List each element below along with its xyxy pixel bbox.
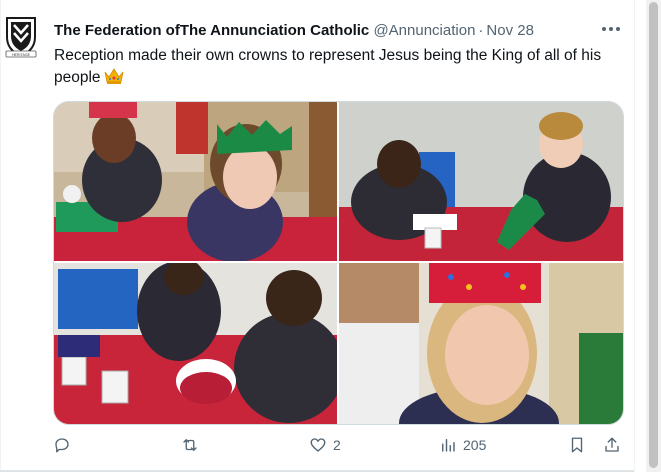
like-count: 2 xyxy=(333,437,341,453)
bookmark-icon xyxy=(571,437,583,453)
crown-emoji-icon xyxy=(104,67,124,92)
photo-children-decorating-crown-icon xyxy=(54,263,337,424)
photo-children-making-crowns-icon xyxy=(339,102,623,261)
photo-3[interactable] xyxy=(54,263,337,424)
photo-1[interactable] xyxy=(54,102,337,261)
crest-banner-text: HERITAGE xyxy=(12,53,31,57)
timeline-border-right xyxy=(634,0,635,472)
views-button[interactable]: 205 xyxy=(439,436,486,454)
reply-button[interactable] xyxy=(53,436,77,454)
author-avatar[interactable]: HERITAGE xyxy=(3,15,39,59)
tweet-date[interactable]: Nov 28 xyxy=(486,22,534,39)
retweet-icon xyxy=(183,439,197,451)
author-name[interactable]: The Federation ofThe Annunciation Cathol… xyxy=(54,22,369,39)
media-grid xyxy=(53,101,624,425)
scrollbar-thumb[interactable] xyxy=(649,2,658,468)
tweet-action-bar: 2 205 xyxy=(0,436,634,458)
school-crest-icon: HERITAGE xyxy=(5,17,37,58)
like-icon xyxy=(310,438,326,452)
views-icon xyxy=(442,439,455,452)
tweet-header: The Federation ofThe Annunciation Cathol… xyxy=(54,21,534,41)
author-handle[interactable]: @Annunciation xyxy=(373,22,475,39)
reply-icon xyxy=(55,438,69,453)
retweet-button[interactable] xyxy=(180,436,206,454)
photo-girl-wearing-crown-icon xyxy=(339,263,623,424)
photo-children-crowns-table-icon xyxy=(54,102,337,261)
more-dots-icon xyxy=(602,27,620,31)
header-separator: · xyxy=(478,22,484,39)
bookmark-button[interactable] xyxy=(569,436,585,454)
tweet-body: Reception made their own crowns to repre… xyxy=(54,47,602,86)
timeline-border-left xyxy=(0,0,1,472)
share-button[interactable] xyxy=(603,436,621,454)
photo-2[interactable] xyxy=(339,102,623,261)
like-button[interactable]: 2 xyxy=(309,436,341,454)
share-icon xyxy=(605,437,619,452)
photo-4[interactable] xyxy=(339,263,623,424)
view-count: 205 xyxy=(463,437,487,453)
tweet-text: Reception made their own crowns to repre… xyxy=(54,45,614,92)
more-options-button[interactable] xyxy=(600,19,622,39)
